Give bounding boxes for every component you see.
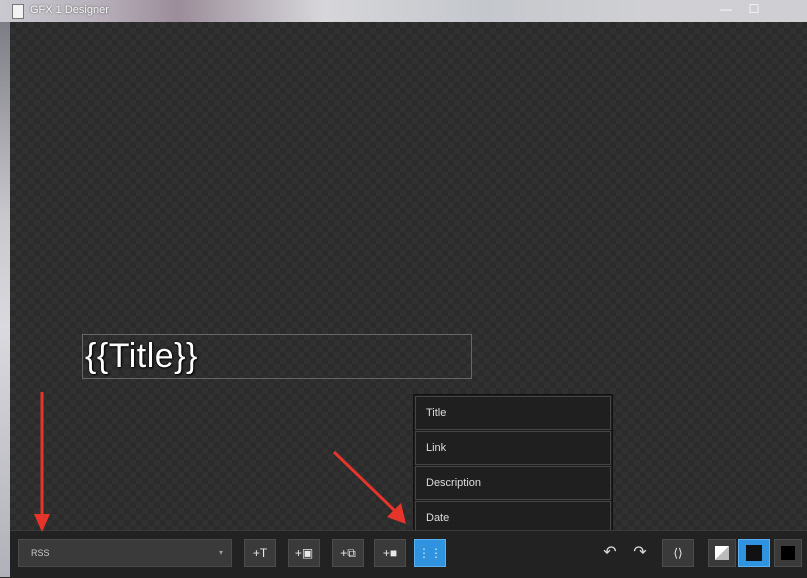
add-image-button[interactable]: +▣ — [288, 539, 320, 567]
window-titlebar: GFX 1 Designer — ☐ — [0, 0, 807, 22]
undo-button[interactable]: ↶ — [594, 539, 626, 567]
data-field-button[interactable]: ⋮⋮ — [414, 539, 446, 567]
background-window-strip — [0, 22, 10, 577]
black-swatch-icon — [781, 546, 795, 560]
light-swatch-icon — [715, 546, 729, 560]
design-canvas[interactable] — [10, 22, 807, 530]
add-image-icon: +▣ — [294, 546, 314, 560]
data-field-menu: Title Link Description Date — [413, 394, 613, 537]
minimize-button[interactable]: — — [712, 0, 740, 18]
add-text-button[interactable]: +T — [244, 539, 276, 567]
window-title: GFX 1 Designer — [30, 4, 109, 16]
menu-item-title[interactable]: Title — [415, 396, 611, 430]
redo-button[interactable]: ↷ — [624, 539, 656, 567]
fit-screen-button[interactable]: ⟨⟩ — [662, 539, 694, 567]
maximize-button[interactable]: ☐ — [740, 0, 768, 18]
dark-swatch-icon — [746, 545, 762, 561]
data-source-value: RSS — [31, 548, 50, 558]
fit-screen-icon: ⟨⟩ — [673, 546, 683, 560]
checker-background-button[interactable] — [738, 539, 770, 567]
menu-item-link[interactable]: Link — [415, 431, 611, 465]
data-field-icon: ⋮⋮ — [418, 546, 442, 560]
title-text-layer[interactable]: {{Title}} — [82, 334, 472, 379]
black-background-button[interactable] — [774, 539, 802, 567]
bottom-toolbar: RSS ▾ +T +▣ +⧉ +■ ⋮⋮ ↶ ↷ ⟨⟩ — [10, 530, 807, 578]
add-video-button[interactable]: +■ — [374, 539, 406, 567]
title-layer-text: {{Title}} — [85, 337, 198, 375]
undo-icon: ↶ — [603, 544, 617, 561]
add-slideshow-button[interactable]: +⧉ — [332, 539, 364, 567]
chevron-down-icon: ▾ — [218, 548, 223, 557]
add-slideshow-icon: +⧉ — [340, 546, 356, 560]
redo-icon: ↷ — [633, 544, 647, 561]
menu-item-description[interactable]: Description — [415, 466, 611, 500]
data-source-select[interactable]: RSS ▾ — [18, 539, 232, 567]
app-icon — [12, 4, 24, 19]
video-camera-icon: +■ — [382, 546, 398, 560]
light-background-button[interactable] — [708, 539, 736, 567]
add-text-icon: +T — [252, 546, 268, 560]
